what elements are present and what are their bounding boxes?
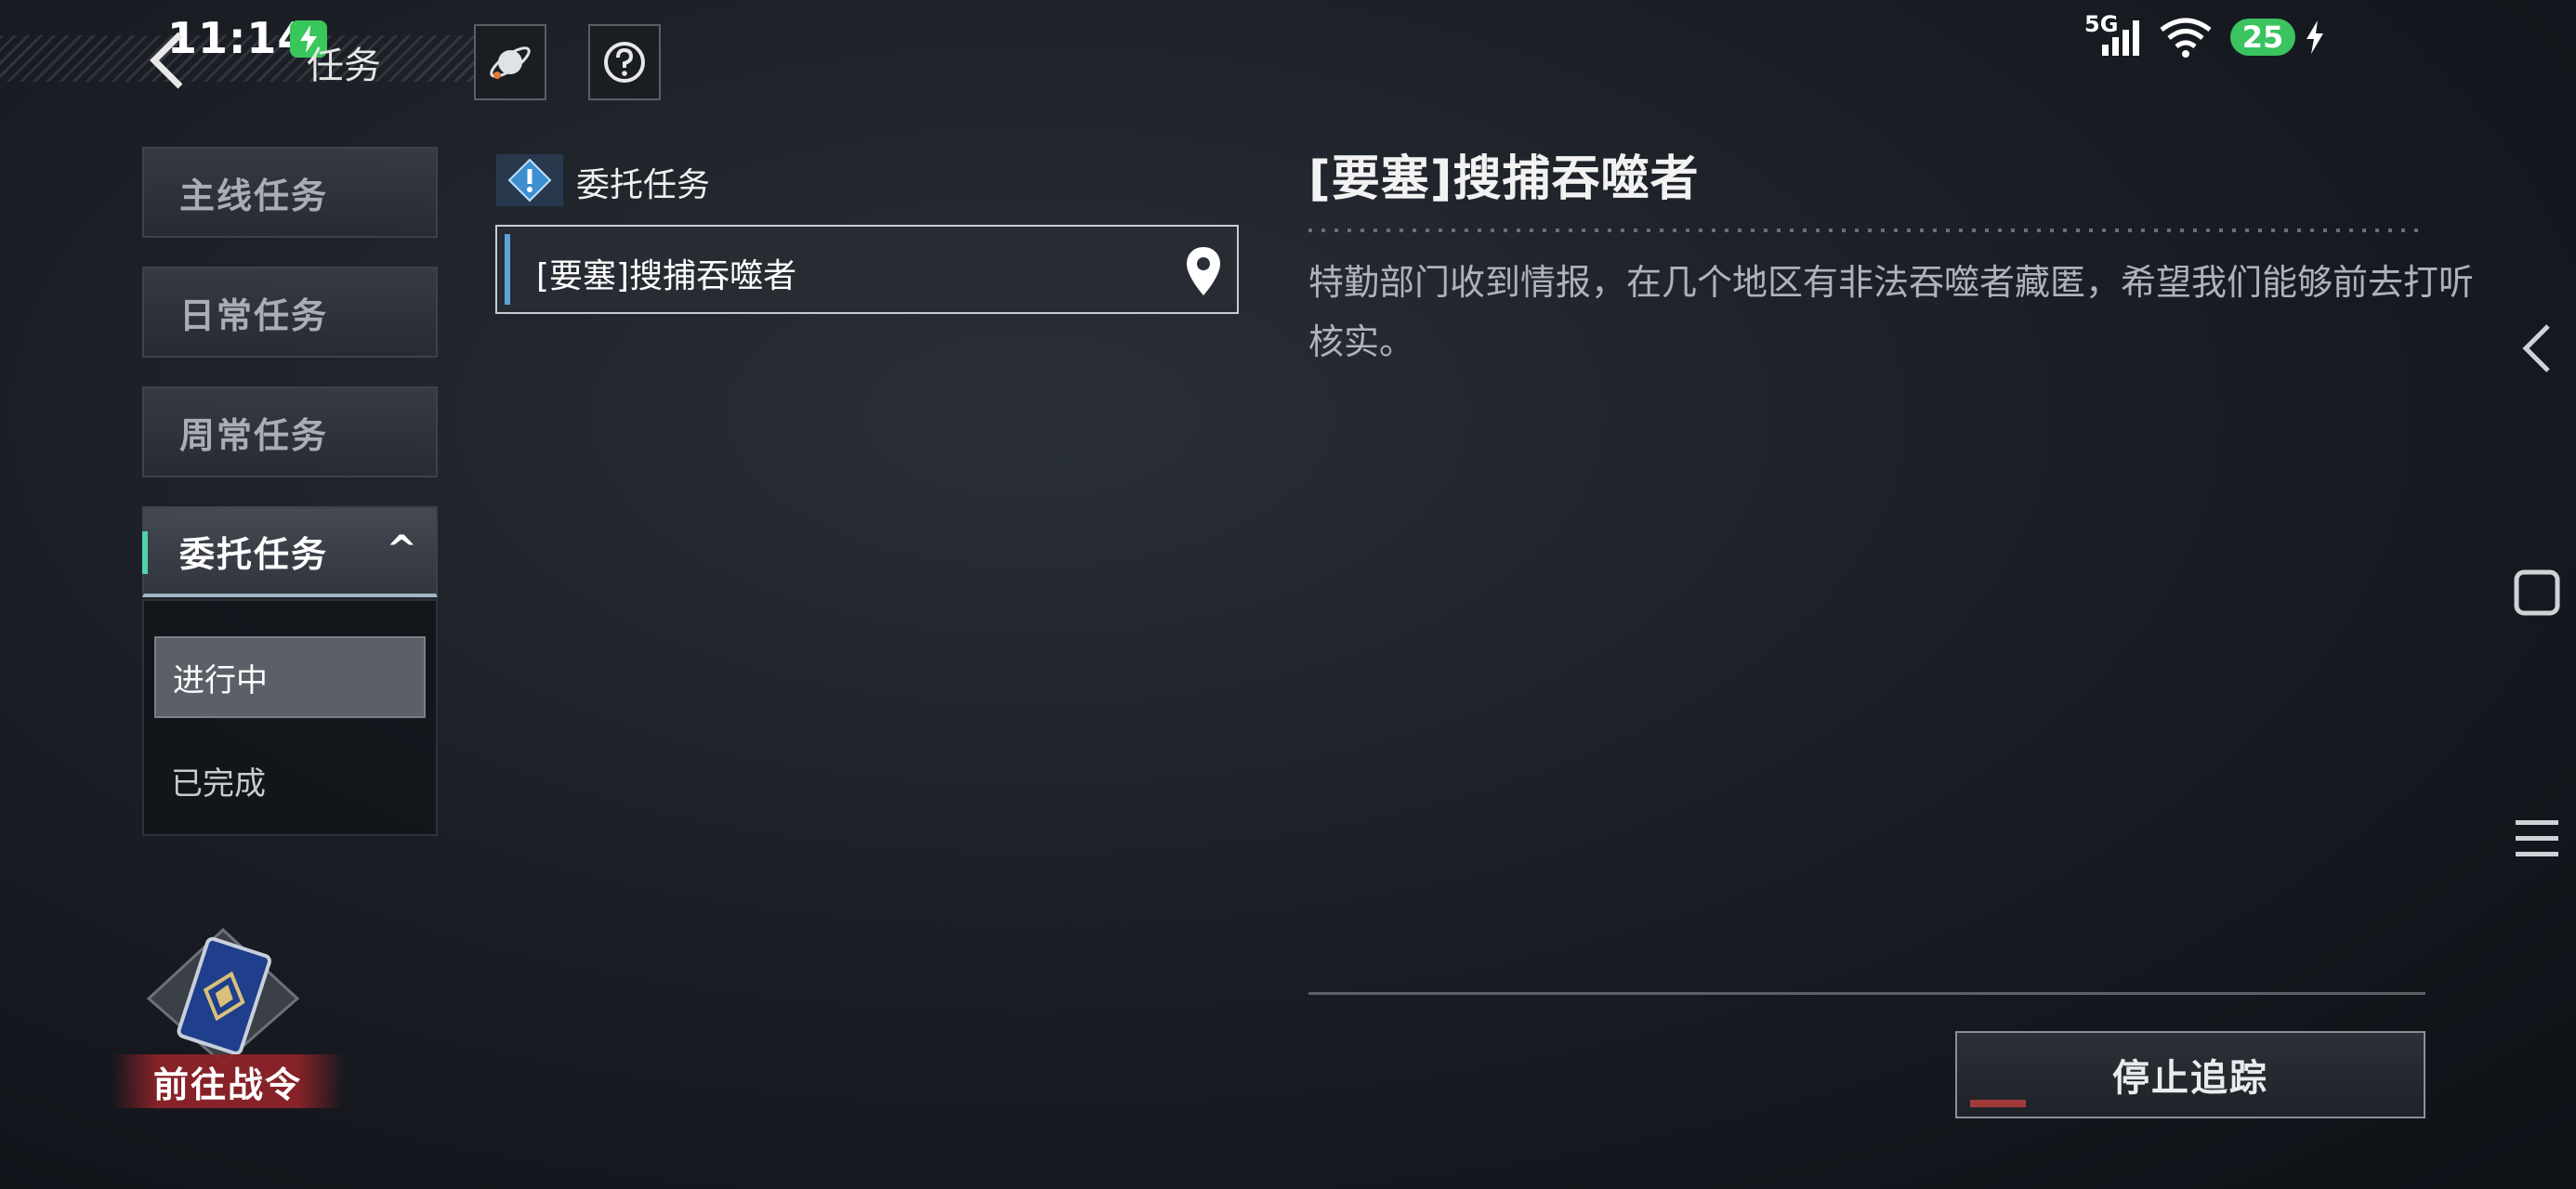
help-icon (604, 42, 645, 83)
sidebar-item-commission[interactable]: 委托任务 ^ (142, 506, 438, 597)
back-arrow-icon (150, 32, 183, 89)
dotted-divider (1308, 229, 2425, 232)
signal-icon (2102, 20, 2139, 56)
quest-item-label: [要塞]搜捕吞噬者 (536, 257, 797, 295)
sidebar-item-label: 周常任务 (179, 414, 329, 456)
planet-button[interactable] (474, 24, 546, 100)
battle-pass-emblem-icon[interactable] (139, 924, 307, 1064)
sidebar-item-daily[interactable]: 日常任务 (142, 267, 438, 358)
sidebar-item-label: 委托任务 (179, 533, 329, 575)
planet-icon (490, 46, 531, 79)
quest-list-item[interactable]: [要塞]搜捕吞噬者 (495, 225, 1239, 314)
battery-charging-icon (2307, 20, 2323, 54)
stop-tracking-label: 停止追踪 (2112, 1057, 2268, 1100)
detail-description: 特勤部门收到情报，在几个地区有非法吞噬者藏匿，希望我们能够前去打听核实。 (1308, 262, 2475, 362)
nav-home-icon[interactable] (2509, 565, 2565, 621)
sub-item-label: 进行中 (173, 661, 268, 699)
nav-back-icon[interactable] (2509, 320, 2565, 376)
location-pin-icon[interactable] (1185, 245, 1222, 297)
button-decoration (1970, 1100, 2026, 1107)
sub-item-in-progress[interactable]: 进行中 (154, 636, 426, 718)
sidebar-item-main[interactable]: 主线任务 (142, 147, 438, 238)
active-indicator (142, 531, 148, 574)
quest-category-title: 委托任务 (576, 166, 711, 204)
sub-item-completed[interactable]: 已完成 (171, 758, 266, 804)
chevron-up-icon: ^ (386, 529, 417, 571)
detail-title: [要塞]搜捕吞噬者 (1308, 151, 1700, 207)
sidebar-item-label: 日常任务 (179, 294, 329, 336)
commission-category-icon (496, 154, 563, 206)
battle-pass-label: 前往战令 (152, 1064, 302, 1105)
wifi-icon (2160, 18, 2212, 58)
battery-level: 25 (2230, 19, 2295, 56)
stop-tracking-button[interactable]: 停止追踪 (1955, 1031, 2425, 1118)
battle-pass-button[interactable]: 前往战令 (112, 1054, 344, 1108)
sidebar-item-label: 主线任务 (179, 175, 329, 216)
divider (1308, 992, 2425, 995)
nav-menu-icon[interactable] (2509, 811, 2565, 867)
sidebar-item-weekly[interactable]: 周常任务 (142, 386, 438, 477)
help-button[interactable] (588, 24, 661, 100)
back-button[interactable] (139, 28, 195, 93)
page-title: 任务 (307, 45, 381, 87)
quest-selected-bar (505, 234, 510, 305)
